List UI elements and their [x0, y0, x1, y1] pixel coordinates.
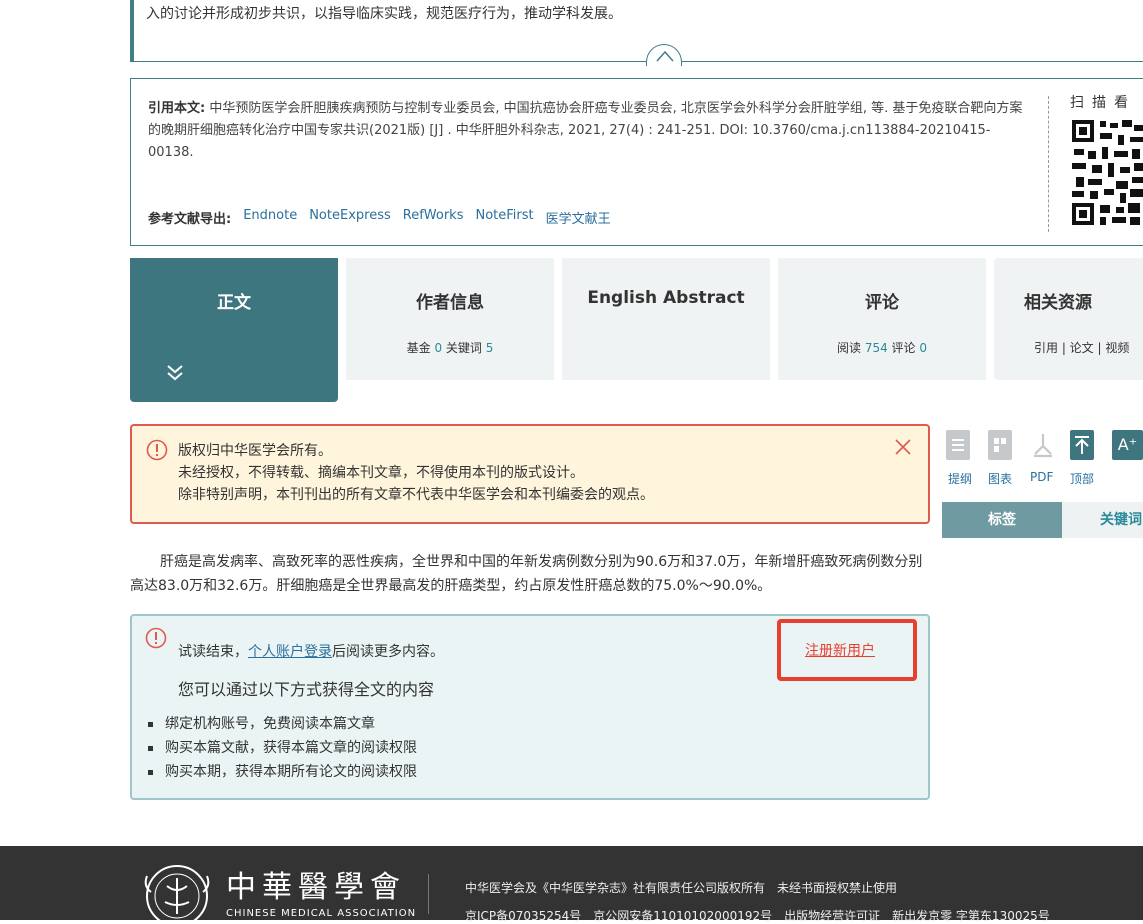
- tab-main-text-label: 正文: [217, 293, 251, 313]
- export-notefirst-link[interactable]: NoteFirst: [475, 208, 533, 227]
- footer-copyright: 中华医学会及《中华医学杂志》社有限责任公司版权所有 未经书面授权禁止使用: [465, 881, 898, 895]
- copyright-line-2: 未经授权，不得转载、摘编本刊文章，不得使用本刊的版式设计。: [178, 465, 584, 481]
- list-item: 购买本期，获得本期所有论文的阅读权限: [148, 760, 417, 784]
- tab-related-resources-label: 相关资源: [1024, 293, 1092, 313]
- double-chevron-down-icon: [167, 365, 183, 381]
- qr-divider: [1048, 96, 1049, 232]
- register-new-user-link[interactable]: 注册新用户: [805, 640, 875, 660]
- comment-label: 评论: [891, 341, 916, 355]
- trial-end-suffix: 后阅读更多内容。: [332, 644, 444, 660]
- outline-label[interactable]: 提纲: [948, 470, 972, 487]
- tab-related-resources[interactable]: 相关资源 引用 | 论文 | 视频: [994, 258, 1143, 380]
- trial-end-prefix: 试读结束，: [178, 644, 248, 660]
- pdf-icon[interactable]: [1030, 430, 1054, 460]
- tab-comments-label: 评论: [865, 293, 899, 313]
- export-noteexpress-link[interactable]: NoteExpress: [309, 208, 391, 227]
- keyword-label: 关键词: [445, 341, 482, 355]
- close-icon[interactable]: [893, 437, 913, 457]
- chevron-up-icon: [656, 50, 674, 62]
- export-endnote-link[interactable]: Endnote: [243, 208, 297, 227]
- figures-label[interactable]: 图表: [988, 470, 1012, 487]
- qr-label: 扫描看: [1070, 95, 1136, 111]
- tab-tags[interactable]: 标签: [942, 502, 1062, 538]
- export-yixuewenxianwang-link[interactable]: 医学文献王: [546, 208, 611, 227]
- footer-logo-en: CHINESE MEDICAL ASSOCIATION: [226, 908, 417, 919]
- tab-comments[interactable]: 评论 阅读 754 评论 0: [778, 258, 986, 380]
- read-label: 阅读: [836, 341, 861, 355]
- back-to-top-icon[interactable]: [1070, 430, 1094, 460]
- export-refworks-link[interactable]: RefWorks: [403, 208, 464, 227]
- alert-circle-icon: [145, 627, 167, 649]
- tab-main-text[interactable]: 正文: [130, 258, 338, 402]
- tab-author-info-label: 作者信息: [416, 293, 484, 313]
- tab-related-resources-sub: 引用 | 论文 | 视频: [1034, 341, 1130, 355]
- article-paragraph: 肝癌是高发病率、高致死率的恶性疾病，全世界和中国的年新发病例数分别为90.6万和…: [130, 554, 923, 594]
- list-item: 绑定机构账号，免费阅读本篇文章: [148, 712, 417, 736]
- copyright-line-3: 除非特别声明，本刊刊出的所有文章不代表中华医学会和本刊编委会的观点。: [178, 487, 654, 503]
- pdf-label[interactable]: PDF: [1030, 470, 1053, 484]
- fund-label: 基金: [406, 341, 431, 355]
- citation-text: 引用本文: 中华预防医学会肝胆胰疾病预防与控制专业委员会, 中国抗癌协会肝癌专业…: [148, 98, 1028, 164]
- personal-login-link[interactable]: 个人账户登录: [248, 644, 332, 660]
- access-options-list: 绑定机构账号，免费阅读本篇文章 购买本篇文献，获得本篇文章的阅读权限 购买本期，…: [148, 712, 417, 784]
- keyword-count: 5: [485, 341, 494, 355]
- reference-export-row: 参考文献导出: Endnote NoteExpress RefWorks Not…: [148, 208, 611, 227]
- access-options-heading: 您可以通过以下方式获得全文的内容: [178, 680, 435, 699]
- top-label[interactable]: 顶部: [1070, 470, 1094, 487]
- footer-license: 京ICP备07035254号 京公网安备11010102000192号 出版物经…: [465, 909, 1050, 923]
- copyright-notice-text: 版权归中华医学会所有。 未经授权，不得转载、摘编本刊文章，不得使用本刊的版式设计…: [178, 440, 654, 506]
- tab-english-abstract[interactable]: English Abstract: [562, 258, 770, 380]
- tab-author-info-stats: 基金 0 关键词 5: [346, 339, 554, 356]
- citation-body: 中华预防医学会肝胆胰疾病预防与控制专业委员会, 中国抗癌协会肝癌专业委员会, 北…: [148, 101, 1023, 160]
- abstract-text: 入的讨论并形成初步共识，以指导临床实践，规范医疗行为，推动学科发展。: [146, 6, 622, 22]
- outline-icon[interactable]: [946, 430, 970, 460]
- figures-icon[interactable]: [988, 430, 1012, 460]
- cma-emblem-logo: [144, 865, 210, 920]
- footer-logo-cn: 中華醫學會: [226, 870, 406, 905]
- list-item: 购买本篇文献，获得本篇文章的阅读权限: [148, 736, 417, 760]
- tab-author-info[interactable]: 作者信息 基金 0 关键词 5: [346, 258, 554, 380]
- qr-code-icon: [1070, 117, 1143, 229]
- trial-ended-message: 试读结束，个人账户登录后阅读更多内容。: [178, 641, 444, 661]
- alert-circle-icon: [146, 439, 168, 461]
- footer-divider: [428, 874, 429, 914]
- fund-count: 0: [434, 341, 443, 355]
- font-size-button[interactable]: A⁺: [1112, 430, 1143, 460]
- citation-label: 引用本文:: [148, 101, 206, 116]
- read-count: 754: [864, 341, 888, 355]
- comment-count: 0: [919, 341, 928, 355]
- tab-english-abstract-label: English Abstract: [587, 288, 745, 308]
- tab-comments-stats: 阅读 754 评论 0: [778, 339, 986, 356]
- export-label: 参考文献导出:: [148, 212, 232, 227]
- copyright-line-1: 版权归中华医学会所有。: [178, 443, 332, 459]
- tab-keywords[interactable]: 关键词: [1100, 502, 1142, 538]
